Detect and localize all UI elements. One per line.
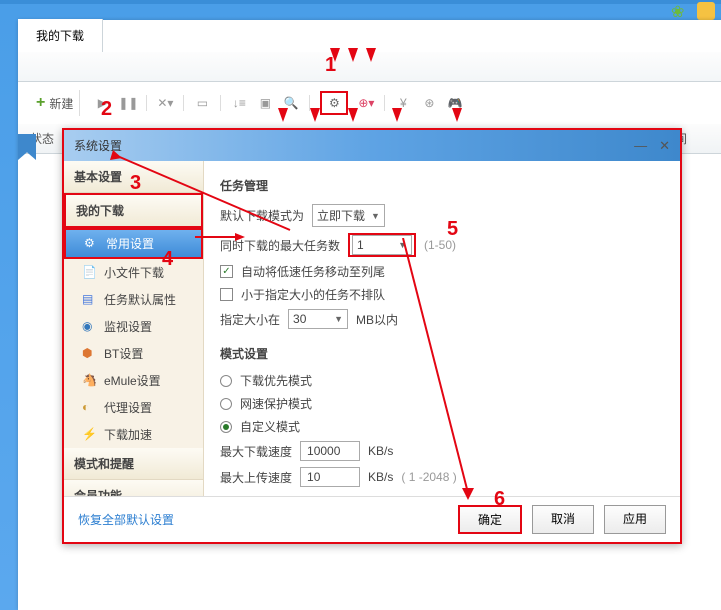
- file-icon: 📄: [82, 265, 98, 281]
- list-icon: ▤: [82, 292, 98, 308]
- window-icon: [697, 2, 715, 20]
- titlebar-icons: ❀: [671, 2, 715, 20]
- mode-title: 模式设置: [220, 345, 664, 362]
- max-ul-input[interactable]: 10: [300, 467, 360, 487]
- sidebar-item-smallfile[interactable]: 📄小文件下载: [64, 259, 203, 286]
- pause-icon[interactable]: ❚❚: [120, 95, 136, 111]
- sidebar-item-monitor[interactable]: ◉监视设置: [64, 313, 203, 340]
- bt-icon: ⬢: [82, 346, 98, 362]
- max-dl-label: 最大下载速度: [220, 443, 292, 460]
- flower-icon: ❀: [671, 2, 689, 20]
- default-mode-label: 默认下载模式为: [220, 207, 304, 224]
- plus-icon: +: [36, 94, 45, 112]
- size-select[interactable]: 30▼: [288, 309, 348, 329]
- minimize-icon[interactable]: —: [634, 138, 647, 154]
- folder-icon[interactable]: ▭: [194, 95, 210, 111]
- delete-icon[interactable]: ✕▾: [157, 95, 173, 111]
- settings-dialog: 系统设置 — ✕ 基本设置 我的下载 ⚙ 常用设置 📄小文件下载 ▤任务默认属性…: [62, 128, 682, 544]
- mode-protect-radio[interactable]: [220, 398, 232, 410]
- sidebar-item-bt[interactable]: ⬢BT设置: [64, 340, 203, 367]
- max-ul-label: 最大上传速度: [220, 469, 292, 486]
- media-icon[interactable]: ⊛: [421, 95, 437, 111]
- mode-custom-radio[interactable]: [220, 421, 232, 433]
- restore-defaults-link[interactable]: 恢复全部默认设置: [78, 511, 174, 528]
- sort-icon[interactable]: ↓≡: [231, 95, 247, 111]
- bolt-icon: ⚡: [82, 427, 98, 443]
- sidebar-cat-mode[interactable]: 模式和提醒: [64, 448, 203, 480]
- dialog-title: 系统设置: [74, 137, 122, 154]
- default-mode-select[interactable]: 立即下载▼: [312, 204, 385, 227]
- small-skip-label: 小于指定大小的任务不排队: [241, 286, 385, 303]
- max-tasks-label: 同时下载的最大任务数: [220, 237, 340, 254]
- cancel-button[interactable]: 取消: [532, 505, 594, 534]
- sidebar-item-common[interactable]: ⚙ 常用设置: [64, 228, 203, 259]
- sidebar-item-emule[interactable]: 🐴eMule设置: [64, 367, 203, 394]
- sidebar-item-boost[interactable]: ⚡下载加速: [64, 421, 203, 448]
- emule-icon: 🐴: [82, 373, 98, 389]
- sidebar-item-taskattr[interactable]: ▤任务默认属性: [64, 286, 203, 313]
- proxy-icon: ◐: [82, 400, 98, 416]
- close-icon[interactable]: ✕: [659, 138, 670, 154]
- dialog-footer: 恢复全部默认设置 确定 取消 应用: [64, 496, 680, 542]
- ok-button[interactable]: 确定: [458, 505, 522, 534]
- new-button[interactable]: + 新建: [30, 90, 80, 116]
- gear-icon: ⚙: [84, 236, 100, 252]
- sidebar-item-proxy[interactable]: ◐代理设置: [64, 394, 203, 421]
- main-tab[interactable]: 我的下载: [18, 19, 103, 52]
- max-tasks-select[interactable]: 1▼: [352, 235, 412, 255]
- size-unit: MB以内: [356, 311, 398, 328]
- size-label: 指定大小在: [220, 311, 280, 328]
- mode-priority-radio[interactable]: [220, 375, 232, 387]
- max-dl-input[interactable]: 10000: [300, 441, 360, 461]
- gear-icon[interactable]: ⚙: [326, 95, 342, 111]
- auto-move-checkbox[interactable]: ✓: [220, 265, 233, 278]
- small-skip-checkbox[interactable]: [220, 288, 233, 301]
- play-icon[interactable]: ▶: [94, 95, 110, 111]
- sidebar-cat-basic[interactable]: 基本设置: [64, 161, 203, 193]
- bookmark-icon: [18, 134, 36, 160]
- dialog-titlebar: 系统设置 — ✕: [64, 130, 680, 161]
- sidebar-cat-member[interactable]: 会员功能: [64, 480, 203, 496]
- apply-button[interactable]: 应用: [604, 505, 666, 534]
- preview-icon[interactable]: ▣: [257, 95, 273, 111]
- settings-sidebar: 基本设置 我的下载 ⚙ 常用设置 📄小文件下载 ▤任务默认属性 ◉监视设置 ⬢B…: [64, 161, 204, 496]
- speed-icon[interactable]: ⊕▾: [358, 95, 374, 111]
- task-mgmt-title: 任务管理: [220, 177, 664, 194]
- auto-move-label: 自动将低速任务移动至列尾: [241, 263, 385, 280]
- sidebar-cat-mydownload[interactable]: 我的下载: [64, 193, 203, 228]
- toolbar: + 新建 ▶ ❚❚ ✕▾ ▭ ↓≡ ▣ 🔍 ⚙ ⊕▾ ¥ ⊛ 🎮: [18, 82, 721, 124]
- max-tasks-hint: (1-50): [424, 238, 456, 252]
- eye-icon: ◉: [82, 319, 98, 335]
- settings-content: 任务管理 默认下载模式为 立即下载▼ 同时下载的最大任务数 1▼ (1-50) …: [204, 161, 680, 496]
